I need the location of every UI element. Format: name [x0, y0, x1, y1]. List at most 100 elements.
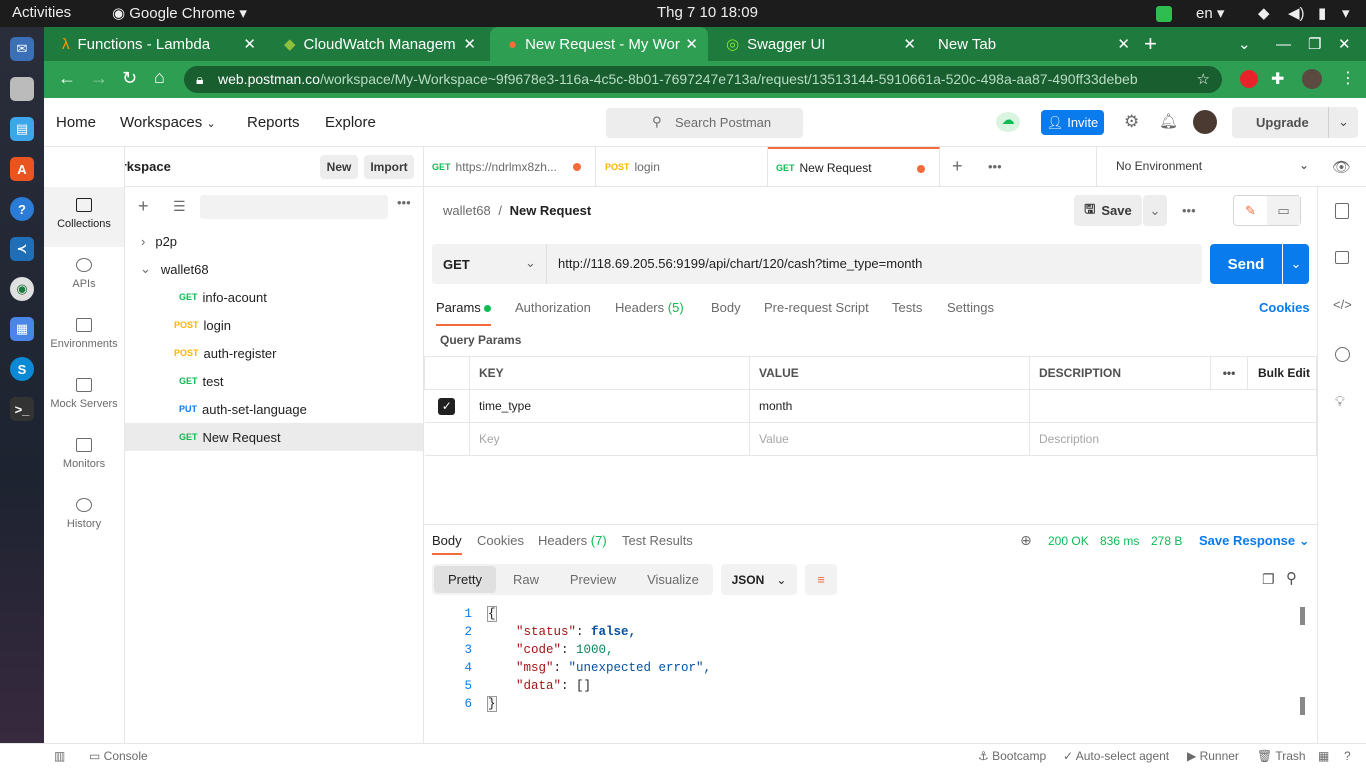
extension-icon[interactable]: [1240, 70, 1258, 88]
close-icon[interactable]: ✕: [903, 35, 916, 53]
param-description[interactable]: [1029, 389, 1317, 423]
request-tab[interactable]: POST login: [596, 147, 768, 187]
new-value-input[interactable]: Value: [749, 422, 1030, 456]
rail-apis[interactable]: APIs: [44, 247, 124, 307]
tab-authorization[interactable]: Authorization: [515, 300, 591, 315]
minimize-icon[interactable]: —: [1276, 27, 1291, 61]
collection-p2p[interactable]: › p2p: [125, 227, 423, 255]
nav-workspaces[interactable]: Workspaces ⌄: [120, 114, 216, 131]
collection-filter-input[interactable]: [200, 195, 388, 219]
more-options-icon[interactable]: •••: [1210, 356, 1248, 390]
nav-home[interactable]: Home: [56, 114, 96, 131]
tab-params[interactable]: Params: [436, 300, 492, 326]
trash-button[interactable]: 🗑︎ Trash: [1257, 749, 1306, 763]
new-key-input[interactable]: Key: [469, 422, 750, 456]
calendar-icon[interactable]: ▦: [10, 317, 34, 341]
app-menu[interactable]: ◉ Google Chrome ▾: [112, 4, 247, 22]
skype-icon[interactable]: S: [10, 357, 34, 381]
invite-button[interactable]: 👤︎ Invite: [1041, 110, 1104, 135]
response-tab-headers[interactable]: Headers (7): [538, 533, 607, 548]
filter-icon[interactable]: ☰: [173, 198, 186, 215]
browser-tab[interactable]: λ Functions - Lambda ✕: [44, 27, 266, 61]
vscode-icon[interactable]: ≺: [10, 237, 34, 261]
wrap-lines-icon[interactable]: ≡: [805, 564, 837, 595]
rail-environments[interactable]: Environments: [44, 307, 124, 367]
browser-tab[interactable]: ◎ Swagger UI ✕: [708, 27, 926, 61]
response-tab-body[interactable]: Body: [432, 533, 462, 555]
rail-collections[interactable]: Collections: [44, 187, 124, 247]
layout-icon[interactable]: ▦: [1318, 749, 1329, 763]
tab-body[interactable]: Body: [711, 300, 741, 315]
request-item[interactable]: PUT auth-set-language: [125, 395, 423, 423]
bulk-edit-button[interactable]: Bulk Edit: [1247, 356, 1317, 390]
view-preview[interactable]: Preview: [560, 566, 626, 593]
tab-pre-request-script[interactable]: Pre-request Script: [764, 300, 869, 315]
code-snippet-icon[interactable]: </>: [1333, 297, 1352, 312]
save-button[interactable]: 🖫 Save: [1074, 195, 1142, 226]
row-checkbox[interactable]: ✓: [438, 397, 456, 415]
console-button[interactable]: ▭ Console: [89, 749, 148, 763]
request-item-selected[interactable]: GET New Request: [125, 423, 423, 451]
comments-icon[interactable]: [1335, 251, 1349, 264]
volume-icon[interactable]: ◀): [1288, 4, 1305, 22]
sidebar-toggle-icon[interactable]: ▥: [54, 749, 65, 763]
url-input[interactable]: http://118.69.205.56:9199/api/chart/120/…: [558, 256, 922, 271]
chrome-menu-icon[interactable]: ⋮: [1340, 68, 1356, 88]
collection-wallet68[interactable]: ⌄ wallet68: [125, 255, 423, 283]
profile-avatar[interactable]: [1302, 69, 1322, 89]
param-key[interactable]: time_type: [469, 389, 750, 423]
request-item[interactable]: GET test: [125, 367, 423, 395]
scrollbar-thumb[interactable]: [1300, 697, 1305, 715]
back-icon[interactable]: ←: [58, 68, 76, 89]
copy-icon[interactable]: ❐: [1262, 571, 1275, 588]
send-button[interactable]: Send: [1210, 244, 1282, 284]
edit-pencil-icon[interactable]: ✎: [1234, 196, 1267, 225]
help-icon[interactable]: ?: [10, 197, 34, 221]
rail-mock-servers[interactable]: Mock Servers: [44, 367, 124, 427]
search-input[interactable]: ⚲ Search Postman: [606, 108, 803, 138]
new-description-input[interactable]: Description: [1029, 422, 1317, 456]
battery-icon[interactable]: ▮: [1318, 4, 1326, 22]
scrollbar-thumb[interactable]: [1300, 607, 1305, 625]
system-menu-icon[interactable]: ▾: [1342, 4, 1350, 22]
home-icon[interactable]: ⌂: [154, 67, 165, 88]
software-center-icon[interactable]: A: [10, 157, 34, 181]
rail-monitors[interactable]: Monitors: [44, 427, 124, 487]
clock[interactable]: Thg 7 10 18:09: [657, 4, 758, 21]
extensions-puzzle-icon[interactable]: ✚: [1271, 69, 1284, 89]
bootcamp-button[interactable]: ⚓︎ Bootcamp: [978, 749, 1046, 763]
help-icon[interactable]: ?: [1344, 749, 1351, 763]
response-status[interactable]: 200 OK: [1048, 534, 1089, 548]
related-lightbulb-icon[interactable]: 💡︎: [1335, 393, 1345, 410]
response-time[interactable]: 836 ms: [1100, 534, 1139, 548]
environment-selector[interactable]: No Environment ⌄: [1096, 147, 1318, 187]
response-size[interactable]: 278 B: [1151, 534, 1182, 548]
browser-tab[interactable]: ◆ CloudWatch Managem ✕: [266, 27, 486, 61]
chevron-down-icon[interactable]: ⌄: [1328, 107, 1358, 138]
format-select[interactable]: JSON ⌄: [721, 564, 797, 595]
info-icon[interactable]: [1335, 347, 1350, 362]
send-dropdown-chevron[interactable]: ⌄: [1283, 244, 1309, 284]
request-item[interactable]: GET info-acount: [125, 283, 423, 311]
save-response-button[interactable]: Save Response ⌄: [1199, 533, 1310, 549]
shield-check-icon[interactable]: [1156, 6, 1172, 22]
tab-tests[interactable]: Tests: [892, 300, 922, 315]
rail-history[interactable]: History: [44, 487, 124, 547]
more-options-icon[interactable]: •••: [1182, 203, 1196, 218]
tab-settings[interactable]: Settings: [947, 300, 994, 315]
import-button[interactable]: Import: [364, 155, 414, 179]
tab-search-icon[interactable]: ⌄: [1238, 27, 1251, 61]
request-tab[interactable]: GET https://ndrlmx8zh...: [424, 147, 596, 187]
reload-icon[interactable]: ↻: [122, 68, 137, 89]
response-tab-test-results[interactable]: Test Results: [622, 533, 693, 548]
environment-eye-icon[interactable]: 👁︎: [1332, 158, 1351, 176]
cloud-sync-icon[interactable]: ☁: [996, 112, 1020, 132]
search-icon[interactable]: ⚲: [1286, 569, 1297, 587]
notifications-bell-icon[interactable]: 🔔︎: [1159, 112, 1178, 130]
browser-tab[interactable]: New Tab ✕: [920, 27, 1140, 61]
more-options-icon[interactable]: •••: [397, 195, 411, 210]
language-indicator[interactable]: en ▾: [1196, 4, 1224, 22]
cookies-link[interactable]: Cookies: [1259, 300, 1310, 315]
auto-select-agent-button[interactable]: ✓ Auto-select agent: [1063, 749, 1169, 763]
maximize-icon[interactable]: ❐: [1308, 27, 1321, 61]
